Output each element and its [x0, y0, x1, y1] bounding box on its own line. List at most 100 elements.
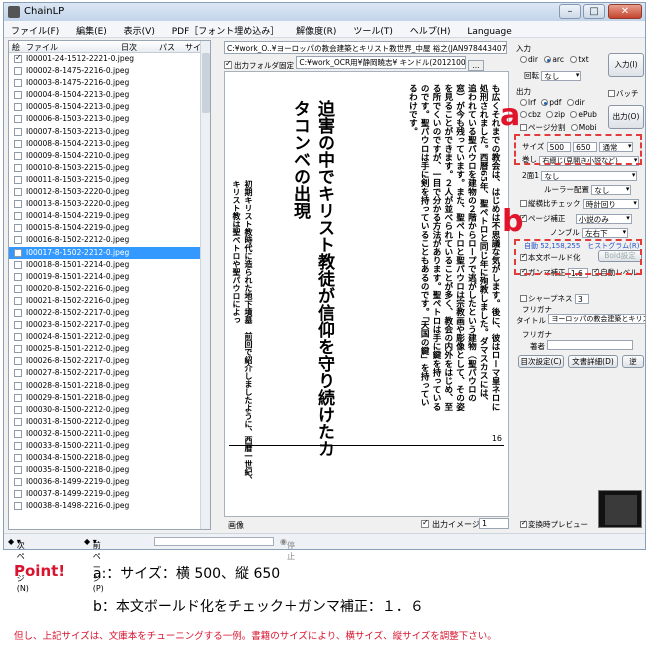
- file-row[interactable]: I00016-8-1502-2212-0.jpeg: [9, 234, 210, 246]
- file-checkbox[interactable]: [14, 236, 22, 245]
- file-row[interactable]: I00018-8-1501-2214-0.jpeg: [9, 259, 210, 271]
- file-checkbox[interactable]: [14, 115, 22, 124]
- file-checkbox[interactable]: [14, 53, 22, 63]
- out-dir-radio[interactable]: [566, 99, 574, 106]
- input-button[interactable]: 入力(I): [608, 53, 644, 77]
- file-checkbox[interactable]: [14, 381, 22, 390]
- file-checkbox[interactable]: [14, 272, 22, 281]
- file-row[interactable]: I00020-8-1502-2216-0.jpeg: [9, 283, 210, 295]
- file-row[interactable]: I00001-24-1512-2221-0.jpeg: [9, 53, 210, 65]
- reverse-button[interactable]: 逆: [622, 355, 644, 368]
- page-split-checkbox[interactable]: [520, 124, 527, 131]
- file-row[interactable]: I00013-8-1503-2220-0.jpeg: [9, 198, 210, 210]
- file-checkbox[interactable]: [14, 79, 22, 88]
- file-checkbox[interactable]: [14, 490, 22, 499]
- col-date[interactable]: 日次: [121, 42, 137, 53]
- sharpness-input[interactable]: 3: [574, 294, 589, 304]
- file-row[interactable]: I00025-8-1501-2212-0.jpeg: [9, 343, 210, 355]
- file-checkbox[interactable]: [14, 67, 22, 76]
- file-row[interactable]: I00036-8-1499-2219-0.jpeg: [9, 476, 210, 488]
- file-checkbox[interactable]: [14, 345, 22, 354]
- author-input[interactable]: [547, 340, 634, 350]
- file-checkbox[interactable]: [14, 296, 22, 305]
- file-row[interactable]: I00021-8-1502-2216-0.jpeg: [9, 295, 210, 307]
- file-checkbox[interactable]: [14, 284, 22, 293]
- menu-resolution[interactable]: 解像度(R): [289, 21, 343, 37]
- menu-language[interactable]: Language: [460, 24, 518, 37]
- out-pdf-radio[interactable]: [541, 99, 549, 106]
- file-checkbox[interactable]: [14, 200, 22, 209]
- file-checkbox[interactable]: [14, 333, 22, 342]
- input-txt-radio[interactable]: [570, 56, 578, 63]
- file-checkbox[interactable]: [14, 127, 22, 136]
- toc-button[interactable]: 目次設定(C): [518, 355, 564, 368]
- file-row[interactable]: I00023-8-1502-2217-0.jpeg: [9, 319, 210, 331]
- doc-details-button[interactable]: 文書詳細(D): [568, 355, 618, 368]
- output-folder-checkbox[interactable]: [224, 59, 232, 69]
- minimize-button[interactable]: –: [559, 4, 581, 19]
- menu-edit[interactable]: 編集(E): [69, 21, 114, 37]
- file-checkbox[interactable]: [14, 442, 22, 450]
- menu-tools[interactable]: ツール(T): [346, 21, 400, 37]
- file-checkbox[interactable]: [14, 478, 22, 487]
- input-arc-radio[interactable]: [544, 56, 552, 63]
- file-row[interactable]: I00030-8-1500-2212-0.jpeg: [9, 404, 210, 416]
- output-button[interactable]: 出力(O): [608, 105, 644, 129]
- browse-button[interactable]: ...: [468, 60, 484, 71]
- rotate-select[interactable]: なし: [541, 71, 582, 81]
- file-checkbox[interactable]: [14, 103, 22, 112]
- page-select[interactable]: 1: [479, 518, 509, 529]
- page-correction-select[interactable]: 小説のみ: [575, 214, 632, 224]
- file-row[interactable]: I00012-8-1503-2220-0.jpeg: [9, 186, 210, 198]
- file-checkbox[interactable]: [14, 454, 22, 463]
- mobi-radio[interactable]: [570, 124, 578, 131]
- col-thumb[interactable]: 絵: [12, 42, 20, 53]
- file-row[interactable]: I00037-8-1499-2219-0.jpeg: [9, 488, 210, 500]
- file-checkbox[interactable]: [14, 321, 22, 330]
- col-size[interactable]: サイ: [185, 42, 201, 53]
- col-path[interactable]: パス: [159, 42, 175, 53]
- file-row[interactable]: I00028-8-1501-2218-0.jpeg: [9, 380, 210, 392]
- menu-file[interactable]: ファイル(F): [4, 21, 66, 37]
- close-button[interactable]: ✕: [608, 4, 642, 19]
- file-checkbox[interactable]: [14, 91, 22, 100]
- file-row[interactable]: I00015-8-1504-2219-0.jpeg: [9, 222, 210, 234]
- sharpness-checkbox[interactable]: [520, 295, 527, 302]
- file-checkbox[interactable]: [14, 308, 22, 317]
- output-image-checkbox[interactable]: [421, 518, 429, 528]
- file-row[interactable]: I00033-8-1500-2211-0.jpeg: [9, 440, 210, 452]
- menu-help[interactable]: ヘルプ(H): [403, 21, 458, 37]
- file-row[interactable]: I00019-8-1501-2214-0.jpeg: [9, 271, 210, 283]
- split-select[interactable]: なし: [541, 171, 638, 181]
- convert-preview-checkbox[interactable]: [520, 519, 527, 528]
- menu-view[interactable]: 表示(V): [117, 21, 162, 37]
- out-cbz-radio[interactable]: [520, 111, 527, 118]
- file-row[interactable]: I00003-8-1475-2216-0.jpeg: [9, 77, 210, 89]
- scroll-thumb[interactable]: [202, 53, 210, 113]
- file-row[interactable]: I00009-8-1504-2210-0.jpeg: [9, 150, 210, 162]
- file-list-scrollbar[interactable]: [200, 41, 210, 529]
- batch-checkbox[interactable]: [608, 90, 615, 97]
- file-row[interactable]: I00014-8-1504-2219-0.jpeg: [9, 210, 210, 222]
- file-row[interactable]: I00010-8-1503-2215-0.jpeg: [9, 162, 210, 174]
- file-checkbox[interactable]: [14, 405, 22, 414]
- col-file[interactable]: ファイル: [26, 42, 58, 53]
- file-row[interactable]: I00006-8-1503-2213-0.jpeg: [9, 113, 210, 125]
- file-checkbox[interactable]: [14, 212, 22, 221]
- file-checkbox[interactable]: [14, 417, 22, 426]
- file-row[interactable]: I00038-8-1498-2216-0.jpeg: [9, 500, 210, 512]
- file-checkbox[interactable]: [14, 393, 22, 402]
- file-row[interactable]: I00029-8-1501-2218-0.jpeg: [9, 392, 210, 404]
- file-row[interactable]: I00035-8-1500-2218-0.jpeg: [9, 464, 210, 476]
- file-row[interactable]: I00026-8-1502-2217-0.jpeg: [9, 355, 210, 367]
- file-checkbox[interactable]: [14, 357, 22, 366]
- file-row[interactable]: I00031-8-1500-2212-0.jpeg: [9, 416, 210, 428]
- file-checkbox[interactable]: [14, 139, 22, 148]
- input-dir-radio[interactable]: [520, 56, 527, 63]
- ratio-select[interactable]: 時計回り: [582, 199, 639, 209]
- nonbull-select[interactable]: 左右下: [582, 228, 629, 238]
- menu-pdf[interactable]: PDF［フォント埋め込み］: [165, 21, 287, 37]
- file-row[interactable]: I00034-8-1500-2218-0.jpeg: [9, 452, 210, 464]
- maximize-button[interactable]: □: [583, 4, 605, 19]
- file-checkbox[interactable]: [14, 248, 22, 257]
